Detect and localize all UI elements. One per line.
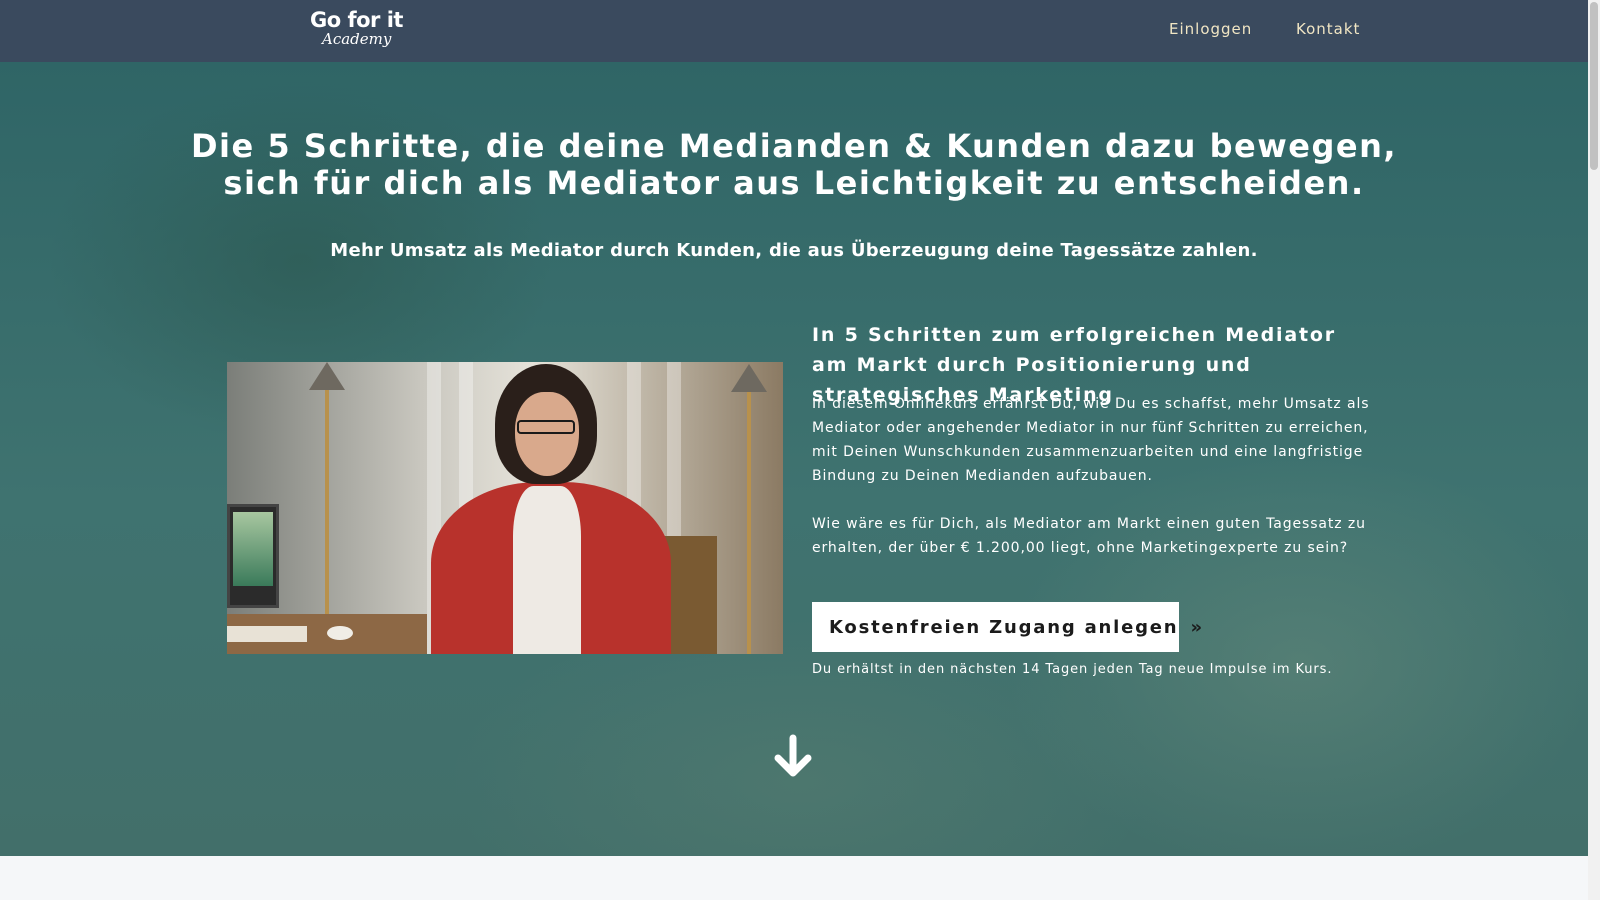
floor-lamp-pole — [325, 384, 329, 644]
arrow-down-icon[interactable] — [773, 734, 813, 778]
floor-lamp-shade — [309, 362, 345, 390]
laptop — [227, 504, 279, 608]
presenter-shirt — [513, 486, 581, 654]
arrow-down-icon-graphic — [774, 734, 812, 777]
course-description: In diesem Onlinekurs erfährst Du, wie Du… — [812, 396, 1370, 484]
hero-subheadline: Mehr Umsatz als Mediator durch Kunden, d… — [330, 240, 1258, 261]
cta-label: Kostenfreien Zugang anlegen — [829, 616, 1179, 638]
page-scrollbar[interactable] — [1588, 0, 1600, 900]
logo-wordmark: Go for it — [310, 8, 403, 32]
nav-link-login[interactable]: Einloggen — [1169, 20, 1252, 38]
logo-script-subtitle: Academy — [322, 30, 392, 48]
laptop-screen — [233, 512, 273, 586]
computer-mouse — [327, 626, 353, 640]
course-video-thumbnail[interactable] — [227, 362, 783, 654]
course-question: Wie wäre es für Dich, als Mediator am Ma… — [812, 516, 1366, 556]
cta-note: Du erhältst in den nächsten 14 Tagen jed… — [812, 662, 1333, 677]
go-for-it-academy-logo[interactable]: Go for it Academy — [308, 6, 403, 56]
nav-link-contact[interactable]: Kontakt — [1296, 20, 1360, 38]
presenter-face — [515, 392, 579, 476]
top-navbar: Go for it Academy Einloggen Kontakt — [0, 0, 1588, 62]
hero-section: Die 5 Schritte, die deine Medianden & Ku… — [0, 62, 1588, 856]
double-chevron-right-icon: » — [1190, 616, 1203, 638]
floor-lamp-pole — [747, 386, 751, 654]
hero-headline: Die 5 Schritte, die deine Medianden & Ku… — [190, 127, 1397, 202]
scrollbar-thumb[interactable] — [1590, 2, 1598, 170]
floor-lamp-shade — [731, 364, 767, 392]
keyboard — [227, 626, 307, 642]
create-free-access-button[interactable]: Kostenfreien Zugang anlegen » — [812, 602, 1202, 652]
presenter-glasses — [517, 420, 575, 434]
